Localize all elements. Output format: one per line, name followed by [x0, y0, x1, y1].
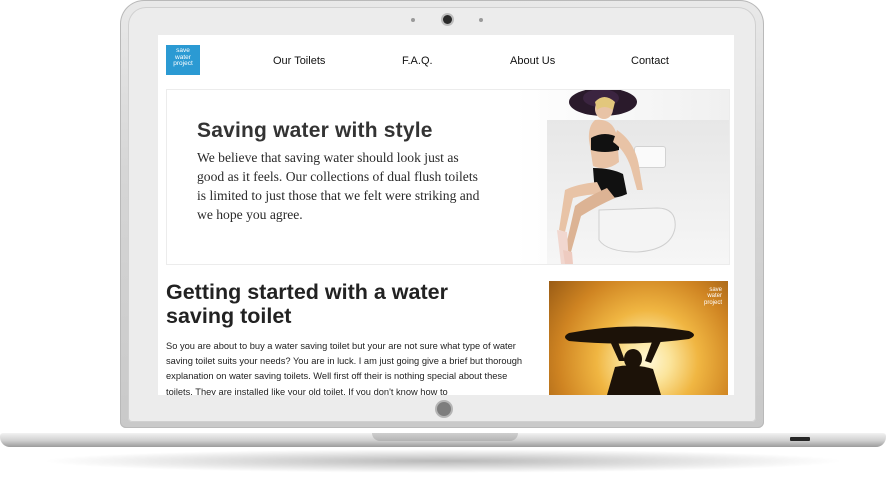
laptop-screen: save water project Our Toilets F.A.Q. Ab…: [158, 35, 734, 395]
laptop-base-notch: [372, 433, 518, 441]
home-button-icon[interactable]: [437, 402, 451, 416]
laptop-port: [790, 437, 810, 441]
hero-text: We believe that saving water should look…: [197, 150, 480, 222]
surfer-sunset-image: save water project: [549, 281, 728, 395]
nav-our-toilets[interactable]: Our Toilets: [273, 55, 325, 67]
sensor-dot-left: [411, 18, 415, 22]
nav-faq[interactable]: F.A.Q.: [402, 55, 433, 67]
article-body: So you are about to buy a water saving t…: [166, 341, 523, 395]
camera-icon: [443, 15, 452, 24]
main-nav: Our Toilets F.A.Q. About Us Contact: [158, 55, 734, 71]
laptop-shadow: [40, 449, 846, 473]
article-title: Getting started with a water saving toil…: [166, 280, 448, 328]
hero-title: Saving water with style: [197, 119, 433, 142]
site-header: save water project Our Toilets F.A.Q. Ab…: [158, 35, 734, 87]
nav-about-us[interactable]: About Us: [510, 55, 555, 67]
sensor-dot-right: [479, 18, 483, 22]
surfer-silhouette: [565, 326, 694, 395]
nav-contact[interactable]: Contact: [631, 55, 669, 67]
hero-banner: Saving water with style We believe that …: [166, 89, 730, 265]
